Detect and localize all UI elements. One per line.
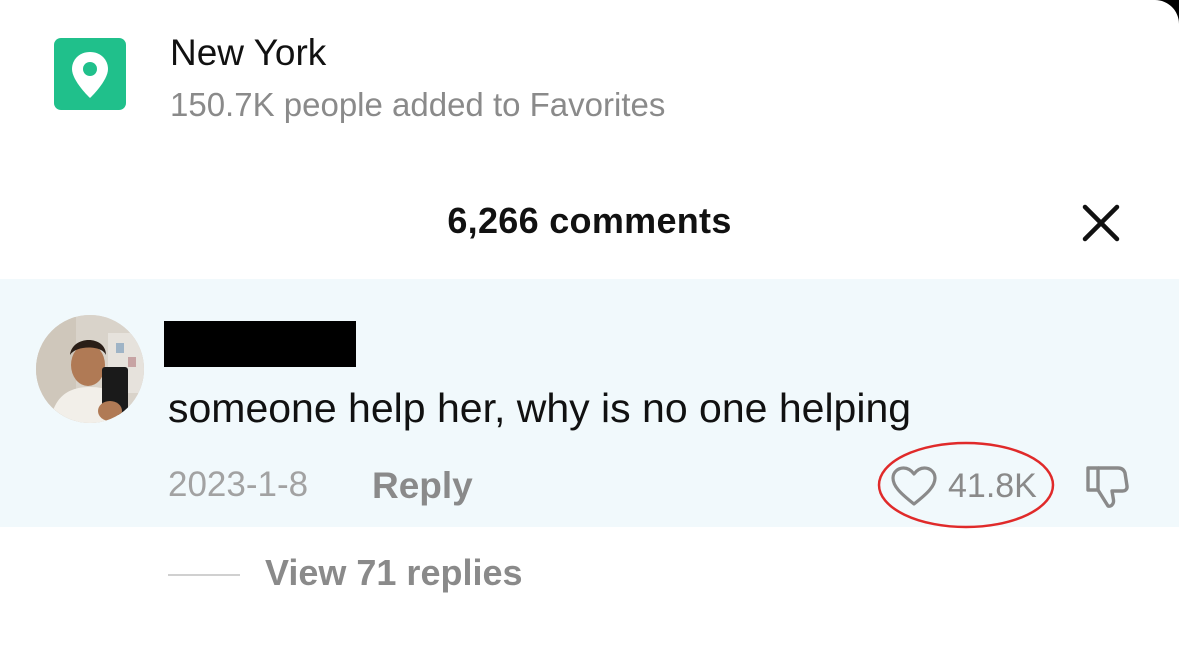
location-row[interactable]: New York 150.7K people added to Favorite… xyxy=(54,30,1134,130)
username-redaction xyxy=(164,321,356,367)
close-icon xyxy=(1082,204,1120,242)
comment-text: someone help her, why is no one helping xyxy=(168,385,912,431)
reply-button[interactable]: Reply xyxy=(372,465,473,507)
location-badge xyxy=(54,38,126,110)
avatar-image xyxy=(36,315,144,423)
comments-sheet: New York 150.7K people added to Favorite… xyxy=(0,0,1179,663)
dislike-button[interactable] xyxy=(1084,462,1130,510)
comment-item: someone help her, why is no one helping … xyxy=(0,279,1179,529)
heart-outline-icon xyxy=(891,466,937,506)
comments-count: 6,266 comments xyxy=(447,200,732,241)
location-favorites-count: 150.7K people added to Favorites xyxy=(170,86,666,123)
avatar[interactable] xyxy=(36,315,144,423)
location-title: New York xyxy=(170,32,327,73)
like-count: 41.8K xyxy=(948,467,1037,505)
replies-divider xyxy=(168,574,240,576)
comment-date: 2023-1-8 xyxy=(168,465,309,504)
view-replies-button[interactable]: View 71 replies xyxy=(265,552,523,594)
thumbs-down-icon xyxy=(1086,466,1129,508)
comments-header: 6,266 comments xyxy=(0,190,1179,260)
view-replies-row[interactable]: View 71 replies xyxy=(168,552,768,602)
like-button[interactable]: 41.8K xyxy=(876,439,1056,531)
location-pin-icon xyxy=(72,52,108,98)
close-button[interactable] xyxy=(1078,200,1124,246)
